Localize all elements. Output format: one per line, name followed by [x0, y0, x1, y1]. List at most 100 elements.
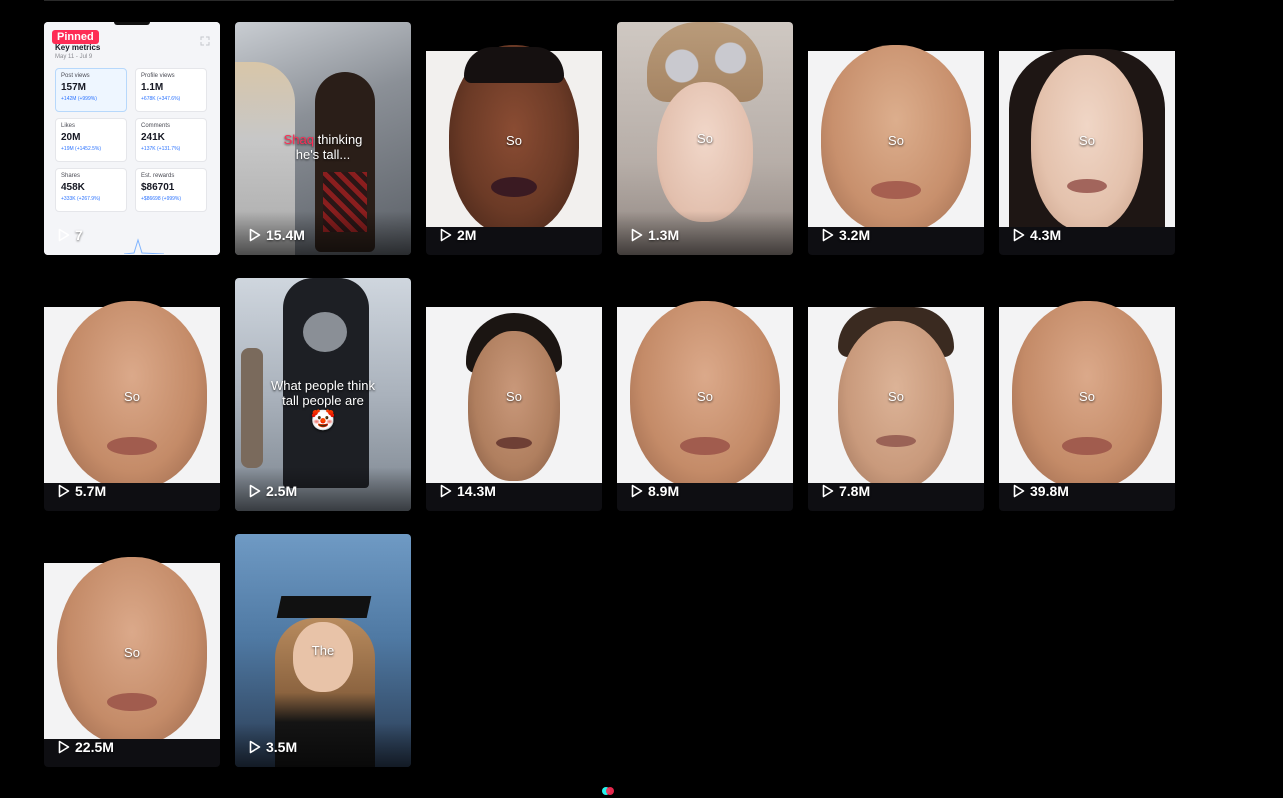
video-caption: What people think tall people are 🤡	[235, 378, 411, 433]
video-tile[interactable]: So 7.8M	[808, 278, 984, 511]
metric-delta: +333K (+267.9%)	[61, 196, 101, 202]
face-shape	[657, 82, 753, 222]
caption-text: thinking	[317, 132, 363, 147]
lips	[1062, 437, 1112, 455]
video-tile[interactable]: So 4.3M	[999, 22, 1175, 255]
view-count-text: 2M	[457, 227, 477, 243]
metric-card-likes: Likes 20M +19M (+1452.5%)	[55, 118, 127, 162]
lips	[491, 177, 537, 197]
video-tile[interactable]: So 8.9M	[617, 278, 793, 511]
video-caption: So	[697, 389, 713, 404]
video-tile[interactable]: So 2M	[426, 22, 602, 255]
view-count: 39.8M	[1013, 483, 1069, 499]
caption-text: What people think	[270, 378, 376, 393]
metric-card-shares: Shares 458K +333K (+267.9%)	[55, 168, 127, 212]
view-count: 3.2M	[822, 227, 870, 243]
phone-notch	[114, 22, 150, 25]
view-count-text: 8.9M	[648, 483, 680, 499]
loading-spinner-icon	[602, 787, 614, 795]
lips	[496, 437, 532, 449]
metric-label: Est. rewards	[141, 173, 175, 179]
caption-text-line2: tall people are	[282, 393, 364, 408]
lips	[1067, 179, 1107, 193]
metric-card-profile-views: Profile views 1.1M +678K (+347.6%)	[135, 68, 207, 112]
play-icon	[58, 740, 70, 754]
hair	[464, 47, 564, 83]
view-count-text: 14.3M	[457, 483, 496, 499]
caption-highlight: Shaq	[283, 132, 314, 147]
play-icon	[1013, 228, 1025, 242]
video-caption: So	[888, 133, 904, 148]
metric-delta: +678K (+347.6%)	[141, 96, 181, 102]
video-tile[interactable]: So 3.2M	[808, 22, 984, 255]
view-count: 7	[58, 227, 83, 243]
view-count-text: 1.3M	[648, 227, 680, 243]
view-count: 7.8M	[822, 483, 870, 499]
play-icon	[58, 484, 70, 498]
view-count: 15.4M	[249, 227, 305, 243]
face-shape	[838, 321, 954, 489]
view-count: 14.3M	[440, 483, 496, 499]
top-divider	[44, 0, 1174, 1]
video-caption: So	[124, 645, 140, 660]
key-metrics-title: Key metrics	[55, 43, 101, 52]
lips	[871, 181, 921, 199]
video-caption: So	[506, 389, 522, 404]
metric-card-post-views: Post views 157M +142M (+999%)	[55, 68, 127, 112]
view-count-text: 15.4M	[266, 227, 305, 243]
video-tile[interactable]: So 5.7M	[44, 278, 220, 511]
lips	[876, 435, 916, 447]
play-icon	[249, 228, 261, 242]
metric-label: Post views	[61, 73, 90, 79]
play-icon	[631, 228, 643, 242]
video-grid: Pinned Key metrics May 11 - Jul 9 Post v…	[44, 22, 1175, 767]
metric-card-est-rewards: Est. rewards $86701 +$86698 (+999%)	[135, 168, 207, 212]
view-count-text: 2.5M	[266, 483, 298, 499]
play-icon	[249, 484, 261, 498]
video-tile-pinned[interactable]: Pinned Key metrics May 11 - Jul 9 Post v…	[44, 22, 220, 255]
metric-label: Profile views	[141, 73, 175, 79]
video-caption: So	[1079, 389, 1095, 404]
view-count: 22.5M	[58, 739, 114, 755]
play-icon	[440, 228, 452, 242]
play-icon	[822, 484, 834, 498]
video-caption: So	[506, 133, 522, 148]
graduation-cap	[276, 596, 372, 618]
view-count-text: 7.8M	[839, 483, 871, 499]
video-caption: The	[311, 643, 335, 658]
face-shape	[468, 331, 560, 481]
video-tile[interactable]: So 39.8M	[999, 278, 1175, 511]
view-count: 5.7M	[58, 483, 106, 499]
view-count: 4.3M	[1013, 227, 1061, 243]
video-caption: So	[1079, 133, 1095, 148]
view-count: 2.5M	[249, 483, 297, 499]
play-icon	[249, 740, 261, 754]
play-icon	[1013, 484, 1025, 498]
video-tile[interactable]: So 14.3M	[426, 278, 602, 511]
video-tile[interactable]: Shaq thinking he's tall... 15.4M	[235, 22, 411, 255]
clown-emoji: 🤡	[310, 410, 336, 432]
play-icon	[631, 484, 643, 498]
video-tile[interactable]: The 3.5M	[235, 534, 411, 767]
play-icon	[822, 228, 834, 242]
view-count-text: 7	[75, 227, 83, 243]
view-count-text: 5.7M	[75, 483, 107, 499]
metric-delta: +$86698 (+999%)	[141, 196, 182, 202]
video-caption: So	[697, 131, 713, 146]
view-count: 8.9M	[631, 483, 679, 499]
metric-delta: +19M (+1452.5%)	[61, 146, 102, 152]
view-count-text: 4.3M	[1030, 227, 1062, 243]
metric-value: 20M	[61, 132, 81, 143]
video-caption: Shaq thinking he's tall...	[235, 132, 411, 162]
lips	[107, 693, 157, 711]
video-tile[interactable]: So 22.5M	[44, 534, 220, 767]
video-tile[interactable]: What people think tall people are 🤡 2.5M	[235, 278, 411, 511]
view-count-text: 3.2M	[839, 227, 871, 243]
lips	[107, 437, 157, 455]
video-tile[interactable]: So 1.3M	[617, 22, 793, 255]
view-count: 3.5M	[249, 739, 297, 755]
metric-value: 241K	[141, 132, 165, 143]
view-count-text: 3.5M	[266, 739, 298, 755]
lips	[680, 437, 730, 455]
metric-delta: +137K (+131.7%)	[141, 146, 181, 152]
